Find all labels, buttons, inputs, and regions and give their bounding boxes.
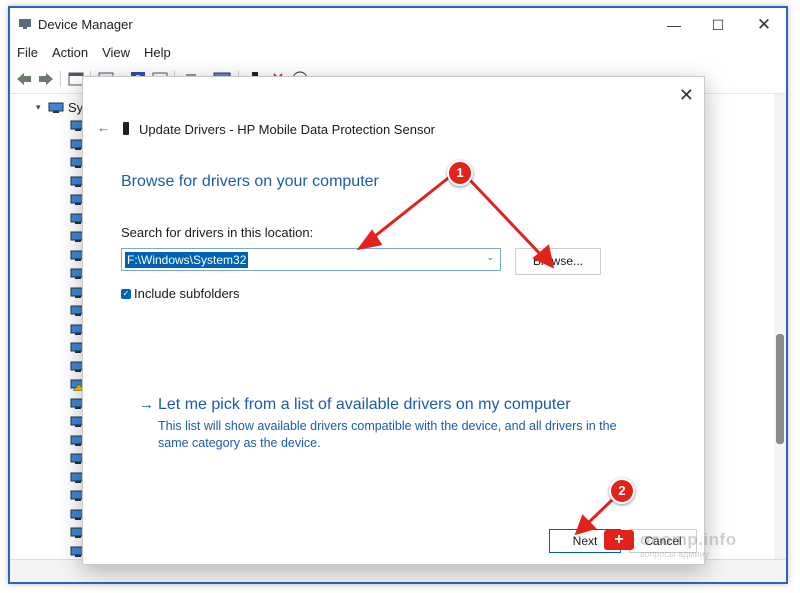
chevron-down-icon[interactable]: ⌄ [486, 252, 494, 263]
menu-view[interactable]: View [95, 42, 137, 64]
device-manager-icon [19, 19, 31, 29]
dialog-heading: Browse for drivers on your computer [121, 173, 379, 190]
arrow-right-icon[interactable]: → [139, 396, 154, 413]
back-icon[interactable] [14, 69, 34, 89]
window-close-button[interactable]: ✕ [746, 14, 782, 36]
menu-bar: File Action View Help [10, 42, 786, 64]
watermark-logo-icon: + [604, 530, 634, 550]
chevron-down-icon[interactable]: ▾ [36, 102, 48, 113]
menu-file[interactable]: File [10, 42, 45, 64]
include-subfolders-checkbox[interactable]: ✓ [121, 289, 131, 299]
menu-help[interactable]: Help [137, 42, 178, 64]
include-subfolders-label[interactable]: Include subfolders [134, 286, 240, 301]
back-arrow-icon[interactable]: ← [97, 120, 110, 135]
menu-action[interactable]: Action [45, 42, 95, 64]
search-location-label: Search for drivers in this location: [121, 225, 314, 240]
title-bar: Device Manager — ☐ ✕ [10, 8, 786, 42]
dialog-close-button[interactable]: ✕ [679, 85, 694, 106]
annotation-badge-1: 1 [447, 160, 473, 186]
watermark-subtext: вопросы админу [640, 549, 709, 559]
driver-path-input[interactable]: F:\Windows\System32 ⌄ [121, 248, 501, 271]
scrollbar-thumb[interactable] [776, 334, 784, 444]
window-title: Device Manager [38, 17, 133, 32]
pick-driver-link[interactable]: Let me pick from a list of available dri… [158, 396, 571, 414]
toolbar-separator [60, 71, 61, 87]
watermark-text: ocomp.info [640, 530, 737, 549]
minimize-button[interactable]: — [656, 14, 692, 36]
forward-icon[interactable] [36, 69, 56, 89]
scrollbar[interactable] [774, 94, 786, 560]
browse-button[interactable]: Browse... [515, 248, 601, 275]
dialog-title: Update Drivers - HP Mobile Data Protecti… [139, 122, 435, 137]
sensor-device-icon [123, 122, 129, 135]
annotation-badge-2: 2 [609, 478, 635, 504]
computer-icon [48, 102, 64, 113]
maximize-button[interactable]: ☐ [700, 14, 736, 36]
driver-path-value[interactable]: F:\Windows\System32 [125, 252, 249, 268]
pick-driver-description: This list will show available drivers co… [158, 419, 617, 450]
